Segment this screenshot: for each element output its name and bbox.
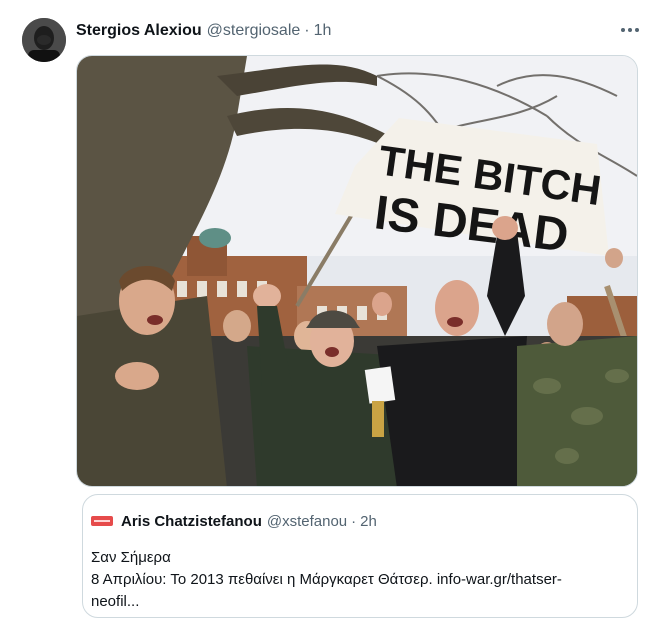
author-avatar[interactable] <box>22 18 66 62</box>
quoted-tweet-text: Σαν Σήμερα 8 Απριλίου: Το 2013 πεθαίνει … <box>91 547 631 613</box>
quoted-text-line: 8 Απριλίου: Το 2013 πεθαίνει η Μάργκαρετ… <box>91 571 562 588</box>
separator-dot: · <box>351 512 357 530</box>
tweet-header: Stergios Alexiou @stergiosale · 1h <box>76 20 331 42</box>
quoted-tweet-timestamp: 2h <box>360 512 377 530</box>
quoted-text-line: Σαν Σήμερα <box>91 549 171 566</box>
quoted-author-name: Aris Chatzistefanou <box>121 512 262 530</box>
quoted-author-handle: @xstefanou <box>266 512 348 530</box>
tweet-timestamp[interactable]: 1h <box>314 22 332 40</box>
tweet-photo[interactable]: THE BITCH IS DEAD <box>76 55 638 487</box>
more-options-icon[interactable] <box>616 18 644 42</box>
author-handle[interactable]: @stergiosale <box>207 22 301 40</box>
quoted-tweet-header: Aris Chatzistefanou @xstefanou · 2h <box>91 511 377 531</box>
quoted-tweet[interactable]: Aris Chatzistefanou @xstefanou · 2h Σαν … <box>82 494 638 618</box>
quoted-author-avatar <box>91 516 113 526</box>
quoted-text-line: neofil... <box>91 593 140 610</box>
tweet-card[interactable]: Stergios Alexiou @stergiosale · 1h THE B… <box>0 0 664 620</box>
separator-dot: · <box>304 22 310 39</box>
author-name[interactable]: Stergios Alexiou <box>76 22 202 40</box>
